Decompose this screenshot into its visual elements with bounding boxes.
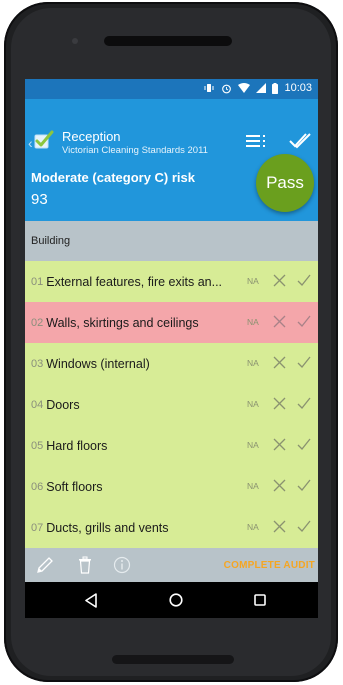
screen: 10:03 ‹ Reception Victorian Cleaning Sta… [25,79,318,618]
list-item[interactable]: 03 Windows (internal) NA [25,343,318,384]
item-number: 04 [31,398,44,411]
vibrate-icon [204,84,214,92]
nav-home-icon[interactable] [169,593,183,607]
check-icon[interactable] [297,438,311,451]
risk-score: 93 [31,191,48,208]
pass-result-button[interactable]: Pass [256,154,314,212]
item-label: Hard floors [46,438,108,453]
check-icon[interactable] [297,315,311,328]
check-icon[interactable] [297,479,311,492]
list-item[interactable]: 01 External features, fire exits an... N… [25,261,318,302]
item-label: Windows (internal) [46,356,150,371]
na-button[interactable]: NA [247,358,259,368]
info-icon[interactable] [113,556,131,574]
back-chevron-icon[interactable]: ‹ [28,135,33,151]
signal-icon [256,83,267,93]
na-button[interactable]: NA [247,481,259,491]
wifi-icon [238,83,251,93]
complete-audit-button[interactable]: COMPLETE AUDIT [224,560,315,571]
item-label: Soft floors [46,479,103,494]
item-number: 06 [31,480,44,493]
check-icon[interactable] [297,356,311,369]
list-item[interactable]: 06 Soft floors NA [25,466,318,507]
check-icon[interactable] [297,397,311,410]
page-subtitle: Victorian Cleaning Standards 2011 [62,145,208,156]
bottom-toolbar: COMPLETE AUDIT [25,548,318,582]
item-label: Doors [46,397,80,412]
item-label: External features, fire exits an... [46,274,223,289]
front-camera [72,38,78,44]
na-button[interactable]: NA [247,317,259,327]
item-number: 05 [31,439,44,452]
pencil-icon[interactable] [36,556,54,574]
list-item[interactable]: 07 Ducts, grills and vents NA [25,507,318,548]
check-icon[interactable] [297,274,311,287]
nav-back-icon[interactable] [84,593,98,608]
battery-icon [272,82,279,94]
close-icon[interactable] [273,397,286,410]
close-icon[interactable] [273,274,286,287]
na-button[interactable]: NA [247,399,259,409]
checklist: 01 External features, fire exits an... N… [25,261,318,548]
status-time: 10:03 [284,82,312,94]
checklist-logo-icon[interactable] [34,130,54,150]
menu-icon[interactable] [246,134,266,148]
list-item[interactable]: 04 Doors NA [25,384,318,425]
bottom-speaker [112,655,234,664]
list-item[interactable]: 02 Walls, skirtings and ceilings NA [25,302,318,343]
list-item[interactable]: 05 Hard floors NA [25,425,318,466]
item-number: 02 [31,316,44,329]
na-button[interactable]: NA [247,522,259,532]
na-button[interactable]: NA [247,440,259,450]
item-number: 07 [31,521,44,534]
status-bar: 10:03 [25,79,318,99]
close-icon[interactable] [273,479,286,492]
close-icon[interactable] [273,356,286,369]
alarm-icon [222,84,232,93]
na-button[interactable]: NA [247,276,259,286]
check-icon[interactable] [297,520,311,533]
page-title: Reception [62,129,121,144]
section-header: Building [25,221,318,261]
item-number: 01 [31,275,44,288]
risk-label: Moderate (category C) risk [31,170,195,185]
done-all-icon[interactable] [289,131,311,149]
close-icon[interactable] [273,438,286,451]
trash-icon[interactable] [78,556,92,574]
nav-recents-icon[interactable] [254,594,266,606]
item-label: Ducts, grills and vents [46,520,169,535]
close-icon[interactable] [273,315,286,328]
section-title: Building [31,235,71,247]
item-number: 03 [31,357,44,370]
top-speaker [104,36,232,46]
item-label: Walls, skirtings and ceilings [46,315,199,330]
android-nav-bar [25,582,318,618]
close-icon[interactable] [273,520,286,533]
